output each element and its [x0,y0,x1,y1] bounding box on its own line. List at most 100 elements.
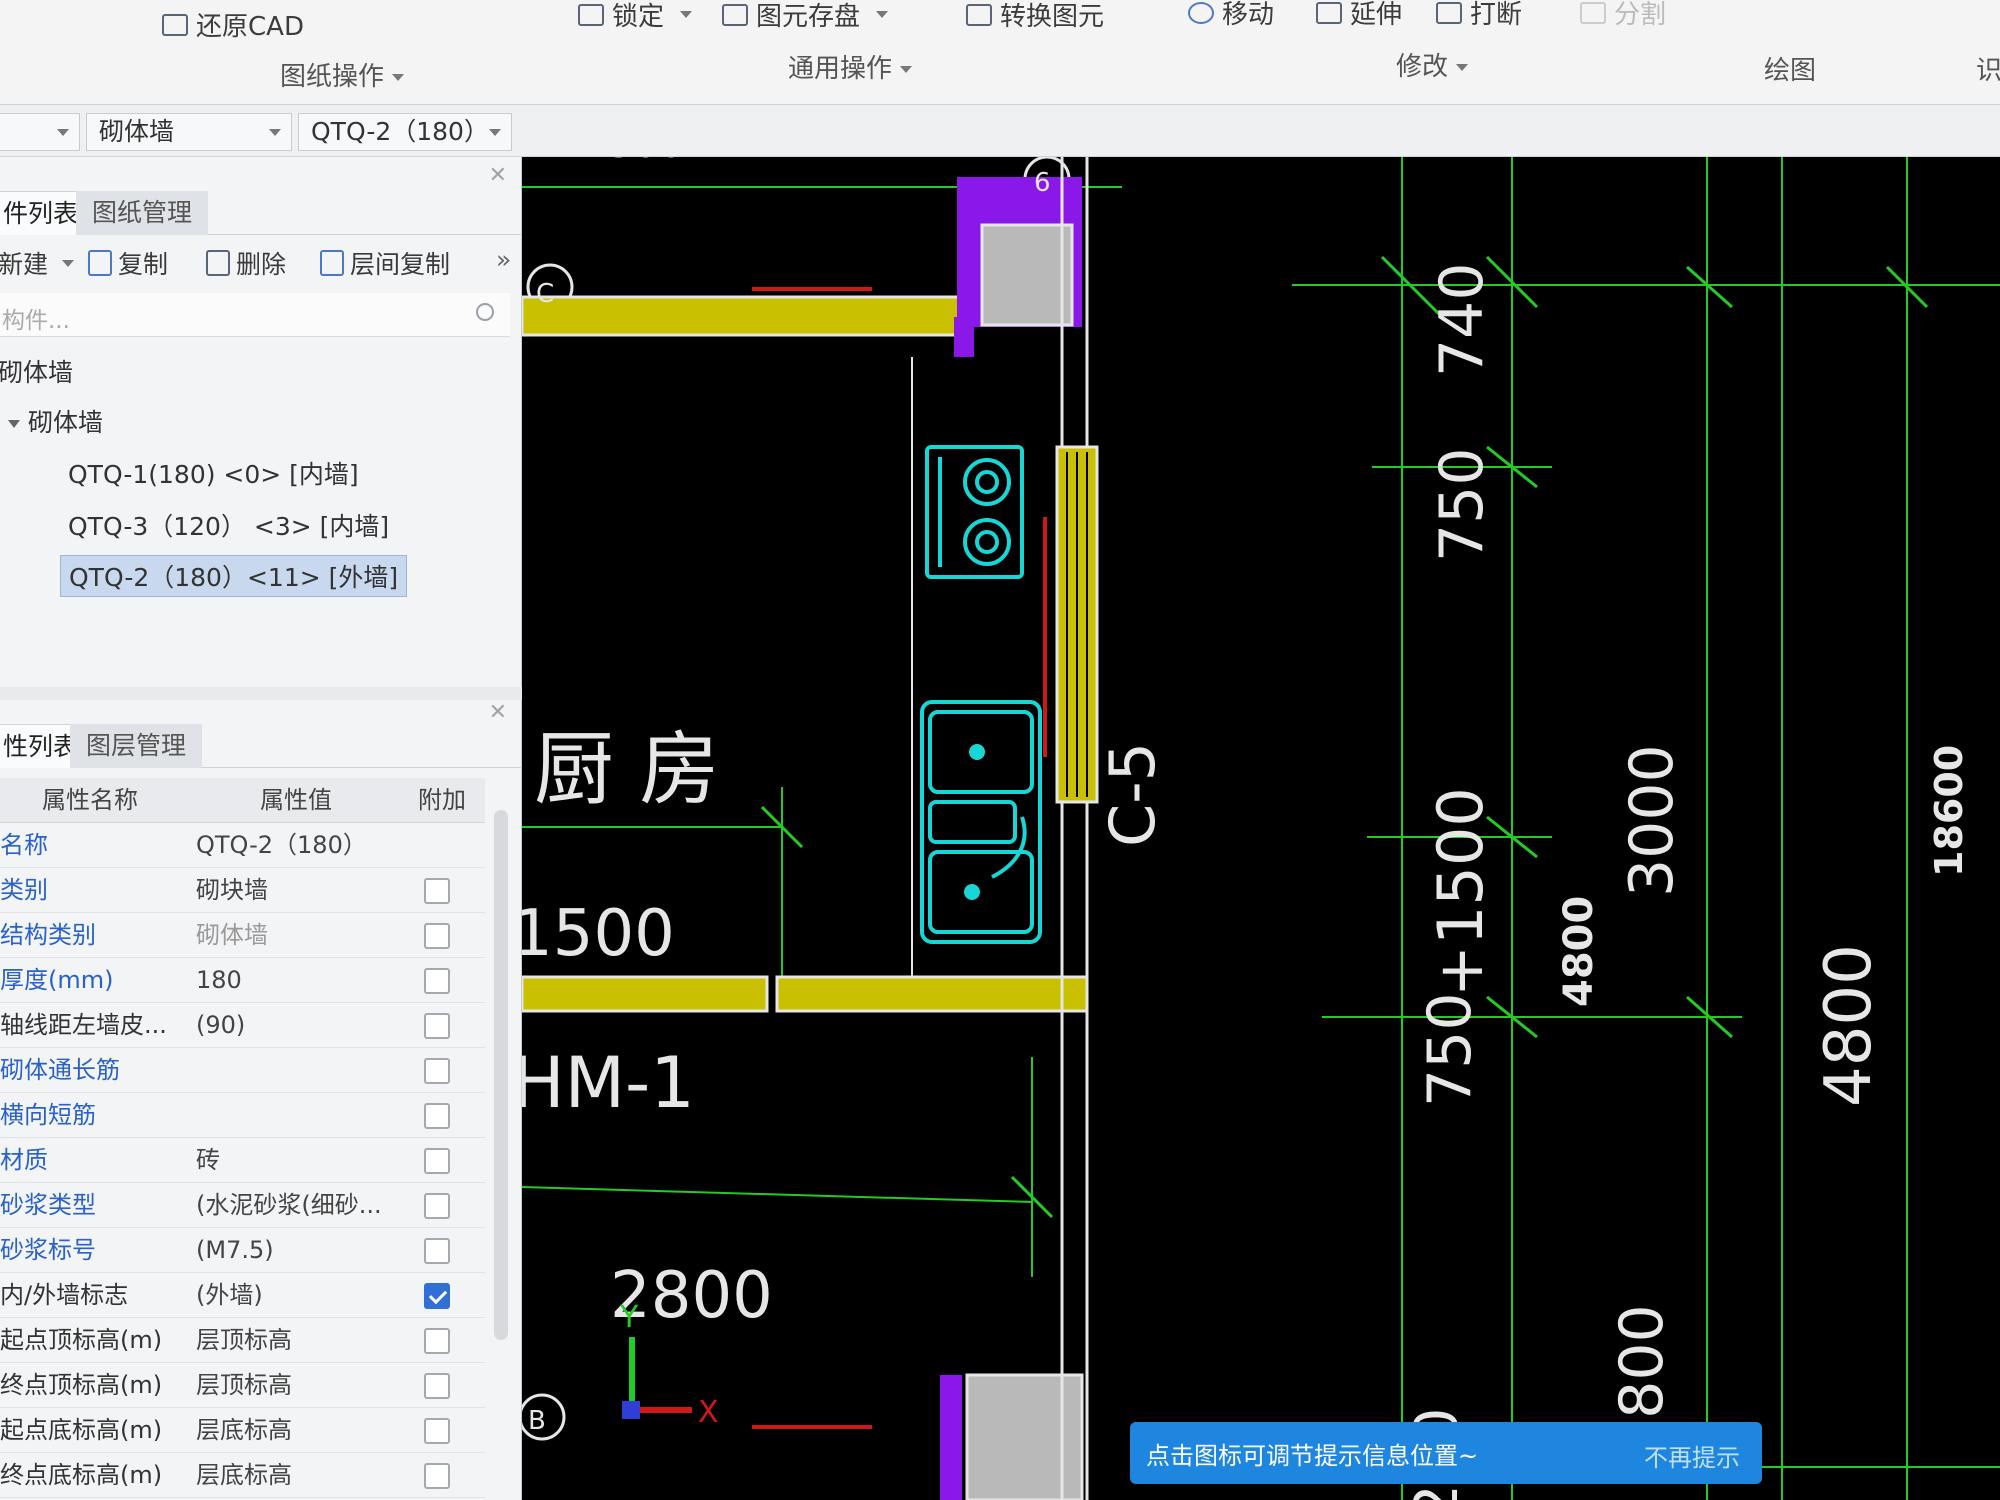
property-value[interactable]: (外墙) [196,1273,391,1318]
property-value[interactable] [196,1048,391,1093]
tree-group[interactable]: 砌体墙 [8,403,103,439]
property-value[interactable]: 层底标高 [196,1453,391,1498]
property-value[interactable]: 层底标高 [196,1408,391,1453]
element-combo[interactable]: QTQ-2（180） [298,113,512,151]
save-elements-button[interactable]: 图元存盘 [722,0,889,33]
property-value[interactable]: 层顶标高 [196,1318,391,1363]
property-row[interactable]: 类别 砌块墙 [0,868,485,913]
property-extra-checkbox[interactable] [424,968,450,994]
red-accents [752,287,1047,1429]
tip-notification[interactable]: 点击图标可调节提示信息位置~ 不再提示 [1130,1422,1762,1484]
tab-layer-management[interactable]: 图层管理 [70,724,203,768]
property-value[interactable]: 层顶标高 [196,1363,391,1408]
property-row[interactable]: 内/外墙标志 (外墙) [0,1273,485,1318]
property-extra-checkbox[interactable] [424,1058,450,1084]
property-extra-checkbox[interactable] [424,1418,450,1444]
property-row[interactable]: 终点顶标高(m) 层顶标高 [0,1363,485,1408]
category-combo[interactable]: 砌体墙 [86,113,292,151]
property-value[interactable]: (水泥砂浆(细砂... [196,1183,391,1228]
chevron-down-icon [57,129,69,136]
group-drawing-ops[interactable]: 图纸操作 [280,56,405,93]
search-icon[interactable] [476,303,494,321]
property-extra-checkbox[interactable] [424,1238,450,1264]
lock-button[interactable]: 锁定 [578,0,693,33]
header-name: 属性名称 [42,786,138,814]
dim-18600: 18600 [1927,745,1971,877]
property-extra-checkbox[interactable] [424,1148,450,1174]
split-button[interactable]: 分割 [1580,0,1666,31]
property-value[interactable] [196,1093,391,1138]
property-value[interactable]: (M7.5) [196,1228,391,1273]
property-name: 起点顶标高(m) [0,1326,163,1354]
drawing-canvas[interactable]: 厨 房 C-5 HM-1 C B 6 2500 1500 2800 740 75… [522,157,2000,1500]
property-extra-checkbox[interactable] [424,923,450,949]
property-extra-checkbox[interactable] [424,1013,450,1039]
property-extra-checkbox[interactable] [424,1193,450,1219]
search-input[interactable]: 构件... [2,301,70,335]
tree-item-qtq2[interactable]: QTQ-2（180）<11> [外墙] [60,555,408,597]
property-value[interactable]: 砌体墙 [196,913,391,958]
property-row[interactable]: 厚度(mm) 180 [0,958,485,1003]
dim-plus-1500: +1500 [1424,787,1497,997]
property-row[interactable]: 终点底标高(m) 层底标高 [0,1453,485,1498]
property-row[interactable]: 砌体通长筋 [0,1048,485,1093]
property-row[interactable]: 砂浆类型 (水泥砂浆(细砂... [0,1183,485,1228]
tree-item-qtq3[interactable]: QTQ-3（120） <3> [内墙] [68,507,389,543]
property-extra-checkbox[interactable] [424,1463,450,1489]
close-icon[interactable]: ✕ [489,163,507,188]
floor-combo[interactable] [0,113,80,151]
new-button[interactable]: 新建 [0,245,75,281]
restore-cad-label: 还原CAD [196,12,304,42]
property-row[interactable]: 横向短筋 [0,1093,485,1138]
property-value[interactable]: (90) [196,1003,391,1048]
convert-elements-button[interactable]: 转换图元 [966,0,1104,33]
property-extra-checkbox[interactable] [424,1373,450,1399]
move-button[interactable]: 移动 [1188,0,1274,31]
property-name: 材质 [0,1146,48,1174]
property-value[interactable]: QTQ-2（180） [196,823,391,868]
property-extra-checkbox[interactable] [424,1328,450,1354]
restore-cad-button[interactable]: 还原CAD [162,6,304,43]
property-extra-checkbox[interactable] [424,1283,450,1309]
axis-6-label: 6 [1034,168,1051,198]
save-elements-icon [722,3,748,26]
group-identify[interactable]: 识 [1976,50,2000,87]
group-modify[interactable]: 修改 [1396,46,1469,83]
extend-button[interactable]: 延伸 [1316,0,1402,31]
chevron-down-icon [876,11,889,18]
property-value[interactable]: 砌块墙 [196,868,391,913]
property-row[interactable]: 名称 QTQ-2（180） [0,823,485,868]
save-elements-label: 图元存盘 [756,2,861,32]
chevron-down-icon [680,11,693,18]
property-value[interactable]: 砖 [196,1138,391,1183]
delete-button[interactable]: 删除 [206,245,286,281]
group-general-ops[interactable]: 通用操作 [788,48,913,85]
tree-item-qtq1[interactable]: QTQ-1(180) <0> [内墙] [68,455,359,491]
property-value[interactable]: 180 [196,958,391,1003]
floor-copy-button[interactable]: 层间复制 [320,245,450,281]
property-row[interactable]: 起点顶标高(m) 层顶标高 [0,1318,485,1363]
tab-drawing-management[interactable]: 图纸管理 [76,191,209,235]
dim-4800-small: 4800 [1556,896,1602,1007]
property-extra-checkbox[interactable] [424,1103,450,1129]
break-button[interactable]: 打断 [1436,0,1522,31]
tree-root[interactable]: 砌体墙 [0,353,73,389]
property-row[interactable]: 砂浆标号 (M7.5) [0,1228,485,1273]
close-icon[interactable]: ✕ [489,700,507,725]
group-identify-label: 识 [1976,56,2000,86]
dim-740: 740 [1427,262,1497,377]
copy-button[interactable]: 复制 [88,245,168,281]
property-row[interactable]: 起点底标高(m) 层底标高 [0,1408,485,1453]
more-icon[interactable]: » [496,245,511,274]
expand-icon[interactable] [8,420,20,428]
sink-fixture [920,700,1042,944]
component-search[interactable]: 构件... [0,293,510,337]
property-row[interactable]: 材质 砖 [0,1138,485,1183]
property-scrollbar[interactable] [494,810,508,1340]
group-drawing-ops-label: 图纸操作 [280,62,385,92]
property-extra-checkbox[interactable] [424,878,450,904]
property-row[interactable]: 结构类别 砌体墙 [0,913,485,958]
dont-show-again-link[interactable]: 不再提示 [1644,1438,1740,1473]
group-draw[interactable]: 绘图 [1764,50,1816,87]
property-row[interactable]: 轴线距左墙皮... (90) [0,1003,485,1048]
